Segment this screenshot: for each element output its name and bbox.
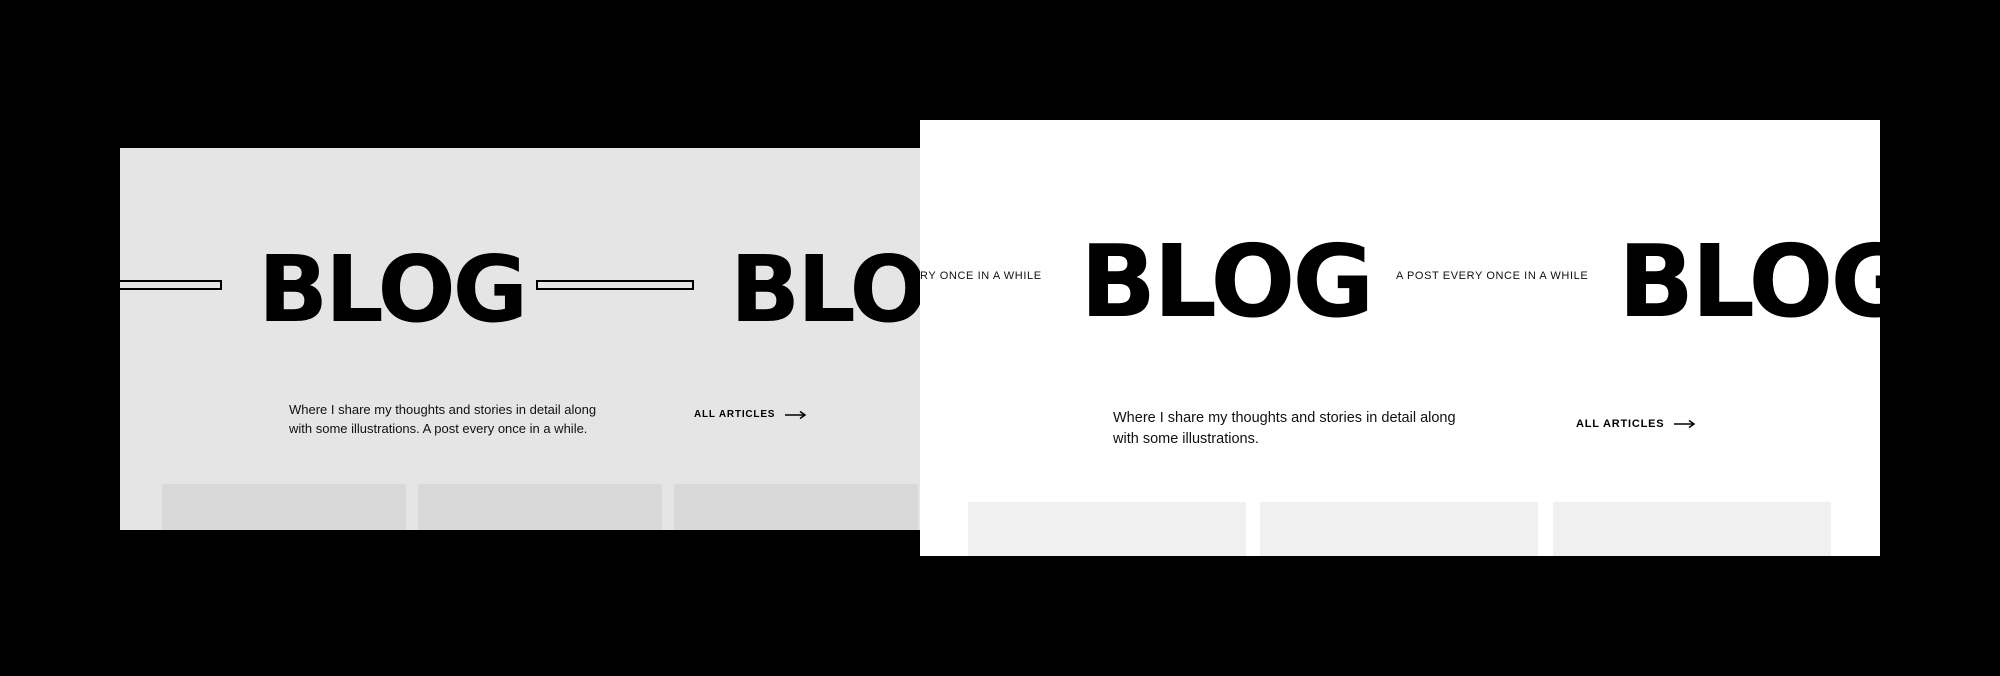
article-card[interactable]	[968, 502, 1246, 556]
article-card[interactable]	[162, 484, 406, 530]
article-card[interactable]	[1260, 502, 1538, 556]
marquee-divider	[536, 280, 694, 290]
arrow-right-icon	[785, 410, 807, 419]
all-articles-link[interactable]: ALL ARTICLES	[694, 409, 807, 420]
left-screen: BLOG BLOG Where I share my thoughts and …	[120, 148, 920, 530]
all-articles-link[interactable]: ALL ARTICLES	[1576, 418, 1696, 430]
marquee-tagline: A POST EVERY ONCE IN A WHILE	[1396, 270, 1589, 282]
article-card[interactable]	[674, 484, 918, 530]
marquee-tagline: RY ONCE IN A WHILE	[920, 270, 1042, 282]
article-card[interactable]	[1553, 502, 1831, 556]
blog-title: BLOG	[258, 236, 528, 343]
arrow-right-icon	[1674, 419, 1696, 429]
article-card[interactable]	[418, 484, 662, 530]
blog-description: Where I share my thoughts and stories in…	[1113, 410, 1456, 447]
blog-title: BLOG	[1080, 223, 1374, 340]
blog-title-repeat: BLOG	[1618, 223, 1880, 340]
blog-title-repeat: BLOG	[730, 236, 920, 343]
all-articles-label: ALL ARTICLES	[1576, 418, 1665, 430]
marquee-divider	[120, 280, 222, 290]
right-screen: RY ONCE IN A WHILE BLOG A POST EVERY ONC…	[920, 120, 1880, 556]
all-articles-label: ALL ARTICLES	[694, 409, 776, 420]
blog-description: Where I share my thoughts and stories in…	[289, 402, 597, 436]
